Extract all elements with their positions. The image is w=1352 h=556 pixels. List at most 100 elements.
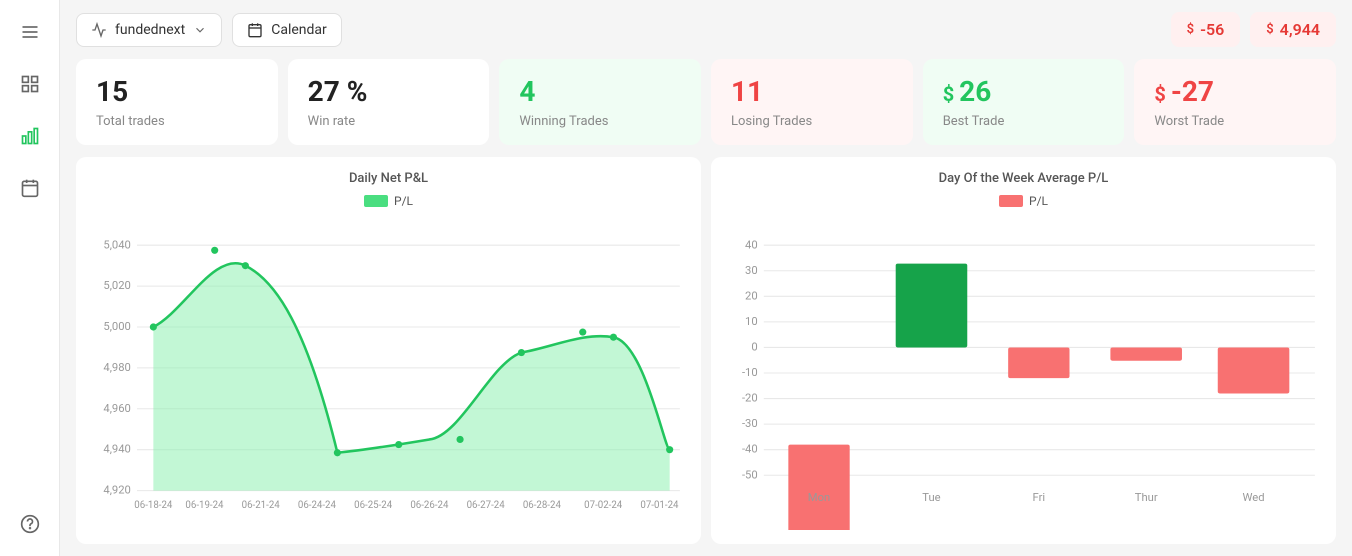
svg-text:06-27-24: 06-27-24 (467, 500, 506, 511)
dow-bar-mon (788, 445, 849, 530)
svg-text:06-18-24: 06-18-24 (134, 500, 173, 511)
stats-row: 15 Total trades 27 % Win rate 4 Winning … (76, 59, 1336, 145)
svg-text:06-25-24: 06-25-24 (354, 500, 393, 511)
svg-text:0: 0 (751, 341, 757, 354)
daily-pnl-legend-label: P/L (394, 194, 413, 208)
topbar: fundednext Calendar $ -56 $ 4,944 (76, 12, 1336, 47)
daily-pnl-area (153, 263, 669, 490)
svg-text:4,960: 4,960 (103, 402, 130, 415)
svg-text:07-01-24: 07-01-24 (640, 500, 679, 511)
metric-positive-currency: $ (1266, 22, 1273, 37)
svg-text:40: 40 (745, 238, 758, 251)
dow-pnl-legend: P/L (727, 194, 1320, 208)
svg-text:5,000: 5,000 (103, 320, 130, 333)
stat-win-rate: 27 % Win rate (288, 59, 490, 145)
daily-pnl-point (334, 449, 341, 456)
metric-negative-value: -56 (1200, 20, 1224, 39)
daily-pnl-point (518, 349, 525, 356)
svg-text:06-26-24: 06-26-24 (410, 500, 449, 511)
daily-pnl-point (211, 247, 218, 254)
dow-bar-thur (1110, 347, 1182, 360)
svg-text:30: 30 (745, 264, 758, 277)
stat-total-trades: 15 Total trades (76, 59, 278, 145)
stat-winning-trades-value: 4 (519, 75, 681, 108)
stat-losing-trades-value: 11 (731, 75, 893, 108)
svg-text:4,920: 4,920 (103, 484, 130, 497)
dow-pnl-svg-container: 40 30 20 10 0 -10 -20 -30 -40 -50 (727, 216, 1320, 530)
svg-text:Fri: Fri (1033, 491, 1046, 504)
dow-bar-tue (896, 264, 968, 348)
daily-pnl-point (610, 334, 617, 341)
svg-text:07-02-24: 07-02-24 (584, 500, 623, 511)
daily-pnl-legend-box (364, 195, 388, 207)
svg-text:20: 20 (745, 289, 758, 302)
dow-pnl-title: Day Of the Week Average P/L (727, 171, 1320, 186)
stat-best-trade: $ 26 Best Trade (923, 59, 1125, 145)
stat-worst-trade-label: Worst Trade (1154, 114, 1316, 129)
stat-worst-trade-currency: $ (1154, 82, 1170, 106)
svg-text:06-19-24: 06-19-24 (185, 500, 224, 511)
svg-text:-20: -20 (742, 392, 758, 405)
metric-negative: $ -56 (1171, 12, 1241, 47)
svg-text:Mon: Mon (808, 491, 830, 504)
svg-text:Tue: Tue (922, 491, 940, 504)
daily-pnl-point (150, 323, 157, 330)
charts-row: Daily Net P&L P/L 5,040 5,020 5,000 4,98… (76, 157, 1336, 544)
daily-pnl-svg: 5,040 5,020 5,000 4,980 4,960 4,940 4,92… (92, 216, 685, 530)
svg-text:Wed: Wed (1242, 491, 1264, 504)
stat-best-trade-currency: $ (943, 82, 959, 106)
daily-pnl-point (456, 436, 463, 443)
stat-worst-trade: $ -27 Worst Trade (1134, 59, 1336, 145)
svg-text:06-21-24: 06-21-24 (242, 500, 281, 511)
metric-positive-value: 4,944 (1280, 20, 1320, 39)
stat-losing-trades: 11 Losing Trades (711, 59, 913, 145)
stat-win-rate-label: Win rate (308, 114, 470, 129)
menu-icon[interactable] (14, 16, 46, 48)
daily-pnl-chart: Daily Net P&L P/L 5,040 5,020 5,000 4,98… (76, 157, 701, 544)
svg-text:5,020: 5,020 (103, 279, 130, 292)
account-selector-label: fundednext (115, 22, 185, 38)
stat-total-trades-label: Total trades (96, 114, 258, 129)
grid-icon[interactable] (14, 68, 46, 100)
svg-text:5,040: 5,040 (103, 238, 130, 251)
main-content: fundednext Calendar $ -56 $ 4,944 (60, 0, 1352, 556)
calendar-button-label: Calendar (271, 22, 327, 38)
daily-pnl-point (579, 329, 586, 336)
svg-text:10: 10 (745, 315, 758, 328)
svg-text:Thur: Thur (1135, 491, 1158, 504)
stat-best-trade-label: Best Trade (943, 114, 1105, 129)
svg-text:-30: -30 (742, 417, 758, 430)
metric-negative-currency: $ (1187, 22, 1194, 37)
svg-text:-40: -40 (742, 443, 758, 456)
dow-bar-wed (1218, 347, 1290, 393)
svg-text:4,980: 4,980 (103, 361, 130, 374)
daily-pnl-legend: P/L (92, 194, 685, 208)
daily-pnl-point (242, 262, 249, 269)
daily-pnl-point (666, 446, 673, 453)
dow-bar-fri (1008, 347, 1069, 378)
daily-pnl-point (395, 441, 402, 448)
svg-text:06-28-24: 06-28-24 (523, 500, 562, 511)
dow-pnl-chart: Day Of the Week Average P/L P/L 40 30 20… (711, 157, 1336, 544)
stat-winning-trades-label: Winning Trades (519, 114, 681, 129)
chart-bar-icon[interactable] (14, 120, 46, 152)
dow-pnl-legend-label: P/L (1029, 194, 1048, 208)
dow-pnl-svg: 40 30 20 10 0 -10 -20 -30 -40 -50 (727, 216, 1320, 530)
calendar-button-icon (247, 22, 263, 38)
svg-text:-10: -10 (742, 366, 758, 379)
sidebar (0, 0, 60, 556)
svg-text:-50: -50 (742, 468, 758, 481)
svg-text:06-24-24: 06-24-24 (298, 500, 337, 511)
calendar-task-icon[interactable] (14, 172, 46, 204)
account-selector[interactable]: fundednext (76, 13, 222, 47)
stat-best-trade-value: $ 26 (943, 75, 1105, 108)
dow-pnl-legend-box (999, 195, 1023, 207)
stat-total-trades-value: 15 (96, 75, 258, 108)
stat-worst-trade-value: $ -27 (1154, 75, 1316, 108)
stat-losing-trades-label: Losing Trades (731, 114, 893, 129)
calendar-button[interactable]: Calendar (232, 13, 342, 47)
daily-pnl-title: Daily Net P&L (92, 171, 685, 186)
stat-winning-trades: 4 Winning Trades (499, 59, 701, 145)
help-icon[interactable] (14, 508, 46, 540)
svg-text:4,940: 4,940 (103, 443, 130, 456)
